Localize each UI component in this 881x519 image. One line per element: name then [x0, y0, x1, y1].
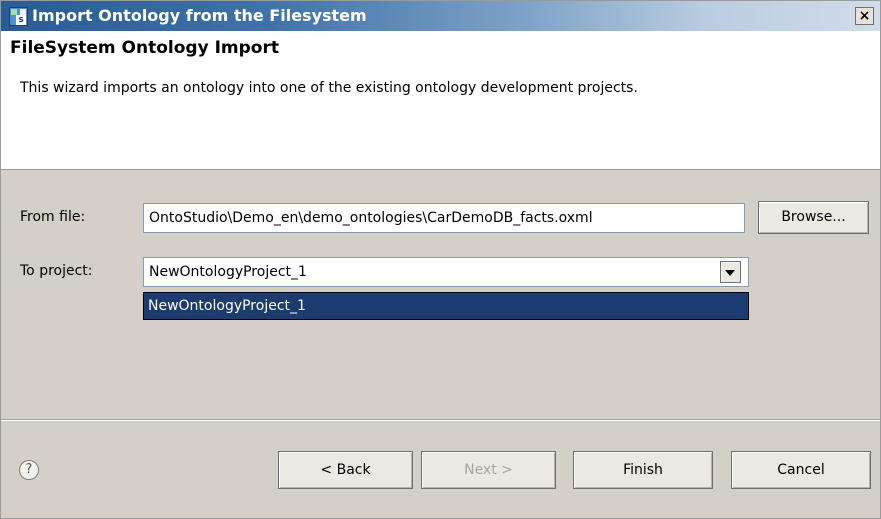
import-ontology-dialog: s Import Ontology from the Filesystem × … — [0, 0, 881, 519]
chevron-down-icon — [725, 270, 735, 276]
to-project-select[interactable]: NewOntologyProject_1 — [143, 257, 749, 287]
finish-button[interactable]: Finish — [573, 451, 713, 489]
dropdown-option-selected[interactable]: NewOntologyProject_1 — [144, 293, 748, 319]
help-icon[interactable]: ? — [19, 460, 39, 480]
back-button[interactable]: < Back — [278, 451, 413, 489]
next-button[interactable]: Next > — [421, 451, 556, 489]
cancel-button[interactable]: Cancel — [731, 451, 871, 489]
dropdown-arrow-button[interactable] — [720, 261, 741, 283]
to-project-label: To project: — [20, 263, 93, 279]
page-title: FileSystem Ontology Import — [10, 38, 279, 58]
icon-letter: s — [16, 15, 26, 25]
footer-separator — [1, 419, 880, 421]
from-file-label: From file: — [20, 209, 86, 225]
project-dropdown-list: NewOntologyProject_1 — [143, 292, 749, 320]
page-description: This wizard imports an ontology into one… — [20, 80, 638, 96]
window-title: Import Ontology from the Filesystem — [32, 6, 367, 25]
from-file-input[interactable]: OntoStudio\Demo_en\demo_ontologies\CarDe… — [143, 203, 745, 233]
close-button[interactable]: × — [855, 7, 874, 25]
browse-button[interactable]: Browse... — [758, 201, 869, 234]
title-bar[interactable]: s Import Ontology from the Filesystem × — [1, 1, 880, 31]
ontostudio-app-icon: s — [9, 7, 28, 26]
